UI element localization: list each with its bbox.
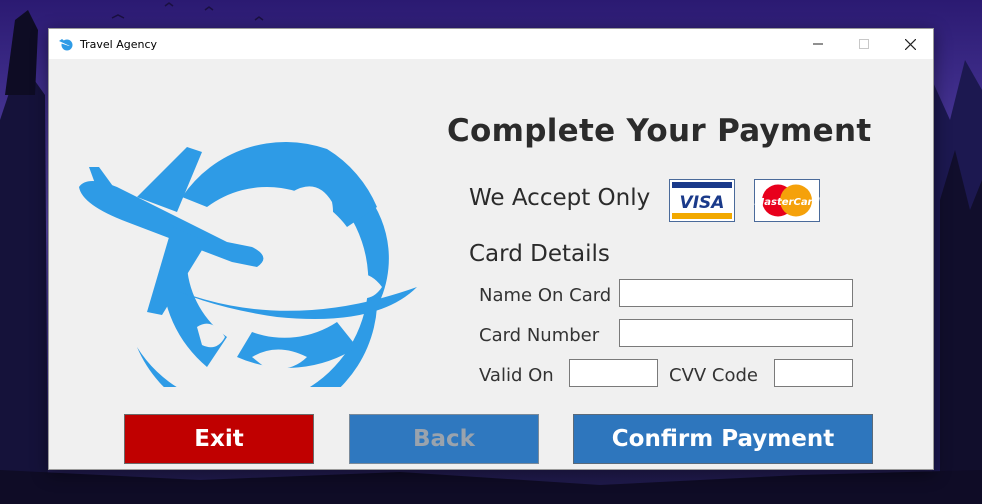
app-window: Travel Agency Complete Your Payment We A… xyxy=(48,28,934,470)
accepted-cards-label: We Accept Only xyxy=(469,185,651,211)
payment-panel: Complete Your Payment We Accept Only VIS… xyxy=(49,59,933,469)
name-on-card-label: Name On Card xyxy=(479,285,612,306)
back-button[interactable]: Back xyxy=(349,414,539,464)
window-title: Travel Agency xyxy=(80,37,157,51)
cvv-code-label: CVV Code xyxy=(669,365,758,386)
window-controls xyxy=(795,29,933,59)
maximize-button[interactable] xyxy=(841,29,887,59)
page-title: Complete Your Payment xyxy=(447,113,872,149)
mastercard-text: MasterCard xyxy=(754,197,820,208)
valid-on-label: Valid On xyxy=(479,365,554,386)
cvv-code-input[interactable] xyxy=(774,359,853,387)
visa-text: VISA xyxy=(680,193,725,213)
name-on-card-input[interactable] xyxy=(619,279,853,307)
travel-app-icon xyxy=(59,39,73,51)
maximize-icon xyxy=(859,39,869,49)
card-number-label: Card Number xyxy=(479,325,600,346)
minimize-icon xyxy=(813,43,823,45)
visa-card-icon: VISA xyxy=(669,179,735,222)
exit-button[interactable]: Exit xyxy=(124,414,314,464)
title-bar[interactable]: Travel Agency xyxy=(49,29,933,59)
valid-on-input[interactable] xyxy=(569,359,658,387)
mastercard-card-icon: MasterCard xyxy=(754,179,820,222)
card-details-heading: Card Details xyxy=(469,241,610,267)
card-number-input[interactable] xyxy=(619,319,853,347)
close-icon xyxy=(904,38,916,50)
airplane-globe-logo xyxy=(79,141,417,387)
close-button[interactable] xyxy=(887,29,933,59)
confirm-payment-button[interactable]: Confirm Payment xyxy=(573,414,873,464)
minimize-button[interactable] xyxy=(795,29,841,59)
